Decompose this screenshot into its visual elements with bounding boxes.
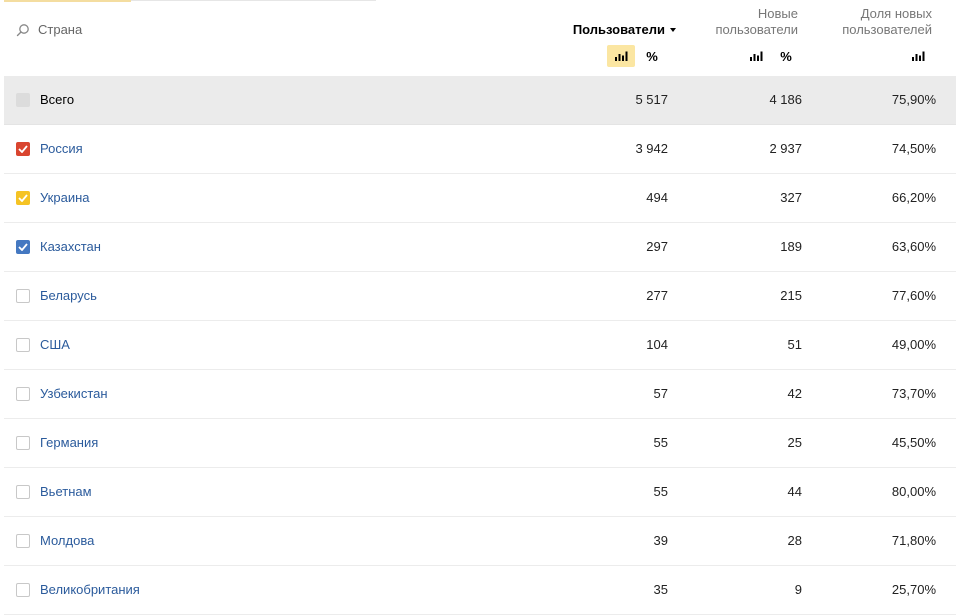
column-header-new-users-line1: Новые: [757, 6, 798, 21]
table-row: США 104 51 49,00%: [4, 321, 956, 370]
new-users-value: 327: [780, 190, 802, 205]
row-checkbox-checked[interactable]: [16, 142, 30, 156]
share-value: 80,00%: [891, 484, 936, 499]
new-users-value: 42: [787, 386, 802, 401]
column-header-share-line1: Доля новых: [860, 6, 932, 21]
row-checkbox[interactable]: [16, 583, 30, 597]
users-absolute-view-button[interactable]: [607, 45, 635, 67]
checkmark-icon: [18, 243, 28, 251]
total-new-users-value: 4 186: [769, 92, 802, 107]
country-link[interactable]: Великобритания: [40, 582, 140, 597]
checkmark-icon: [18, 145, 28, 153]
users-value: 55: [653, 484, 668, 499]
table-row: Германия 55 25 45,50%: [4, 419, 956, 468]
column-header-new-users[interactable]: Новые пользователи: [688, 6, 798, 38]
total-row-label: Всего: [40, 92, 75, 107]
new-users-value: 2 937: [769, 141, 802, 156]
share-absolute-view-button[interactable]: [904, 45, 932, 67]
new-users-value: 51: [787, 337, 802, 352]
country-link[interactable]: Беларусь: [40, 288, 97, 303]
new-users-percent-view-button[interactable]: %: [772, 45, 800, 67]
share-value: 25,70%: [891, 582, 936, 597]
table-row: Вьетнам 55 44 80,00%: [4, 468, 956, 517]
bar-chart-icon: [912, 51, 925, 61]
share-value: 73,70%: [891, 386, 936, 401]
row-checkbox[interactable]: [16, 436, 30, 450]
percent-label: %: [646, 48, 658, 64]
table-row: Молдова 39 28 71,80%: [4, 517, 956, 566]
total-share-value: 75,90%: [891, 92, 936, 107]
table-row: Казахстан 297 189 63,60%: [4, 223, 956, 272]
share-value: 49,00%: [891, 337, 936, 352]
users-value: 55: [653, 435, 668, 450]
table-row-total: Всего 5 517 4 186 75,90%: [4, 76, 956, 125]
row-checkbox[interactable]: [16, 387, 30, 401]
row-checkbox[interactable]: [16, 338, 30, 352]
row-checkbox[interactable]: [16, 534, 30, 548]
users-value: 57: [653, 386, 668, 401]
users-value: 3 942: [635, 141, 668, 156]
share-value: 63,60%: [891, 239, 936, 254]
country-link[interactable]: Россия: [40, 141, 83, 156]
column-header-new-users-line2: пользователи: [715, 22, 798, 37]
new-users-value: 215: [780, 288, 802, 303]
country-link[interactable]: Казахстан: [40, 239, 101, 254]
column-header-users[interactable]: Пользователи: [573, 22, 676, 38]
dimension-label: Страна: [38, 22, 83, 37]
country-link[interactable]: Украина: [40, 190, 90, 205]
share-value: 71,80%: [891, 533, 936, 548]
new-users-value: 189: [780, 239, 802, 254]
row-checkbox-checked[interactable]: [16, 240, 30, 254]
table-row: Великобритания 35 9 25,70%: [4, 566, 956, 615]
total-row-checkbox: [16, 93, 30, 107]
table-body: Всего 5 517 4 186 75,90% Россия 3 942 2 …: [4, 76, 956, 615]
column-header-new-users-share[interactable]: Доля новых пользователей: [802, 6, 932, 38]
share-value: 77,60%: [891, 288, 936, 303]
country-link[interactable]: Вьетнам: [40, 484, 92, 499]
table-row: Россия 3 942 2 937 74,50%: [4, 125, 956, 174]
bar-chart-icon: [750, 51, 763, 61]
country-link[interactable]: Германия: [40, 435, 98, 450]
total-users-value: 5 517: [635, 92, 668, 107]
new-users-value: 25: [787, 435, 802, 450]
table-row: Узбекистан 57 42 73,70%: [4, 370, 956, 419]
users-value: 277: [646, 288, 668, 303]
new-users-absolute-view-button[interactable]: [742, 45, 770, 67]
share-value: 45,50%: [891, 435, 936, 450]
checkmark-icon: [18, 194, 28, 202]
users-value: 104: [646, 337, 668, 352]
search-icon[interactable]: [16, 23, 30, 37]
column-header-share-line2: пользователей: [842, 22, 932, 37]
row-checkbox[interactable]: [16, 485, 30, 499]
users-value: 39: [653, 533, 668, 548]
country-link[interactable]: США: [40, 337, 70, 352]
new-users-value: 9: [794, 582, 802, 597]
table-header: Страна Пользователи % Новые пользователи…: [0, 0, 961, 76]
row-checkbox-checked[interactable]: [16, 191, 30, 205]
bar-chart-icon: [615, 51, 628, 61]
column-header-users-label: Пользователи: [572, 22, 665, 37]
table-row: Украина 494 327 66,20%: [4, 174, 956, 223]
share-value: 74,50%: [891, 141, 936, 156]
sort-desc-icon: [670, 28, 676, 32]
dimension-search[interactable]: Страна: [16, 22, 82, 37]
row-checkbox[interactable]: [16, 289, 30, 303]
users-value: 494: [646, 190, 668, 205]
country-link[interactable]: Узбекистан: [40, 386, 108, 401]
users-value: 297: [646, 239, 668, 254]
share-value: 66,20%: [891, 190, 936, 205]
users-value: 35: [653, 582, 668, 597]
country-link[interactable]: Молдова: [40, 533, 94, 548]
percent-label: %: [780, 48, 792, 64]
new-users-value: 44: [787, 484, 802, 499]
new-users-value: 28: [787, 533, 802, 548]
users-percent-view-button[interactable]: %: [638, 45, 666, 67]
table-row: Беларусь 277 215 77,60%: [4, 272, 956, 321]
